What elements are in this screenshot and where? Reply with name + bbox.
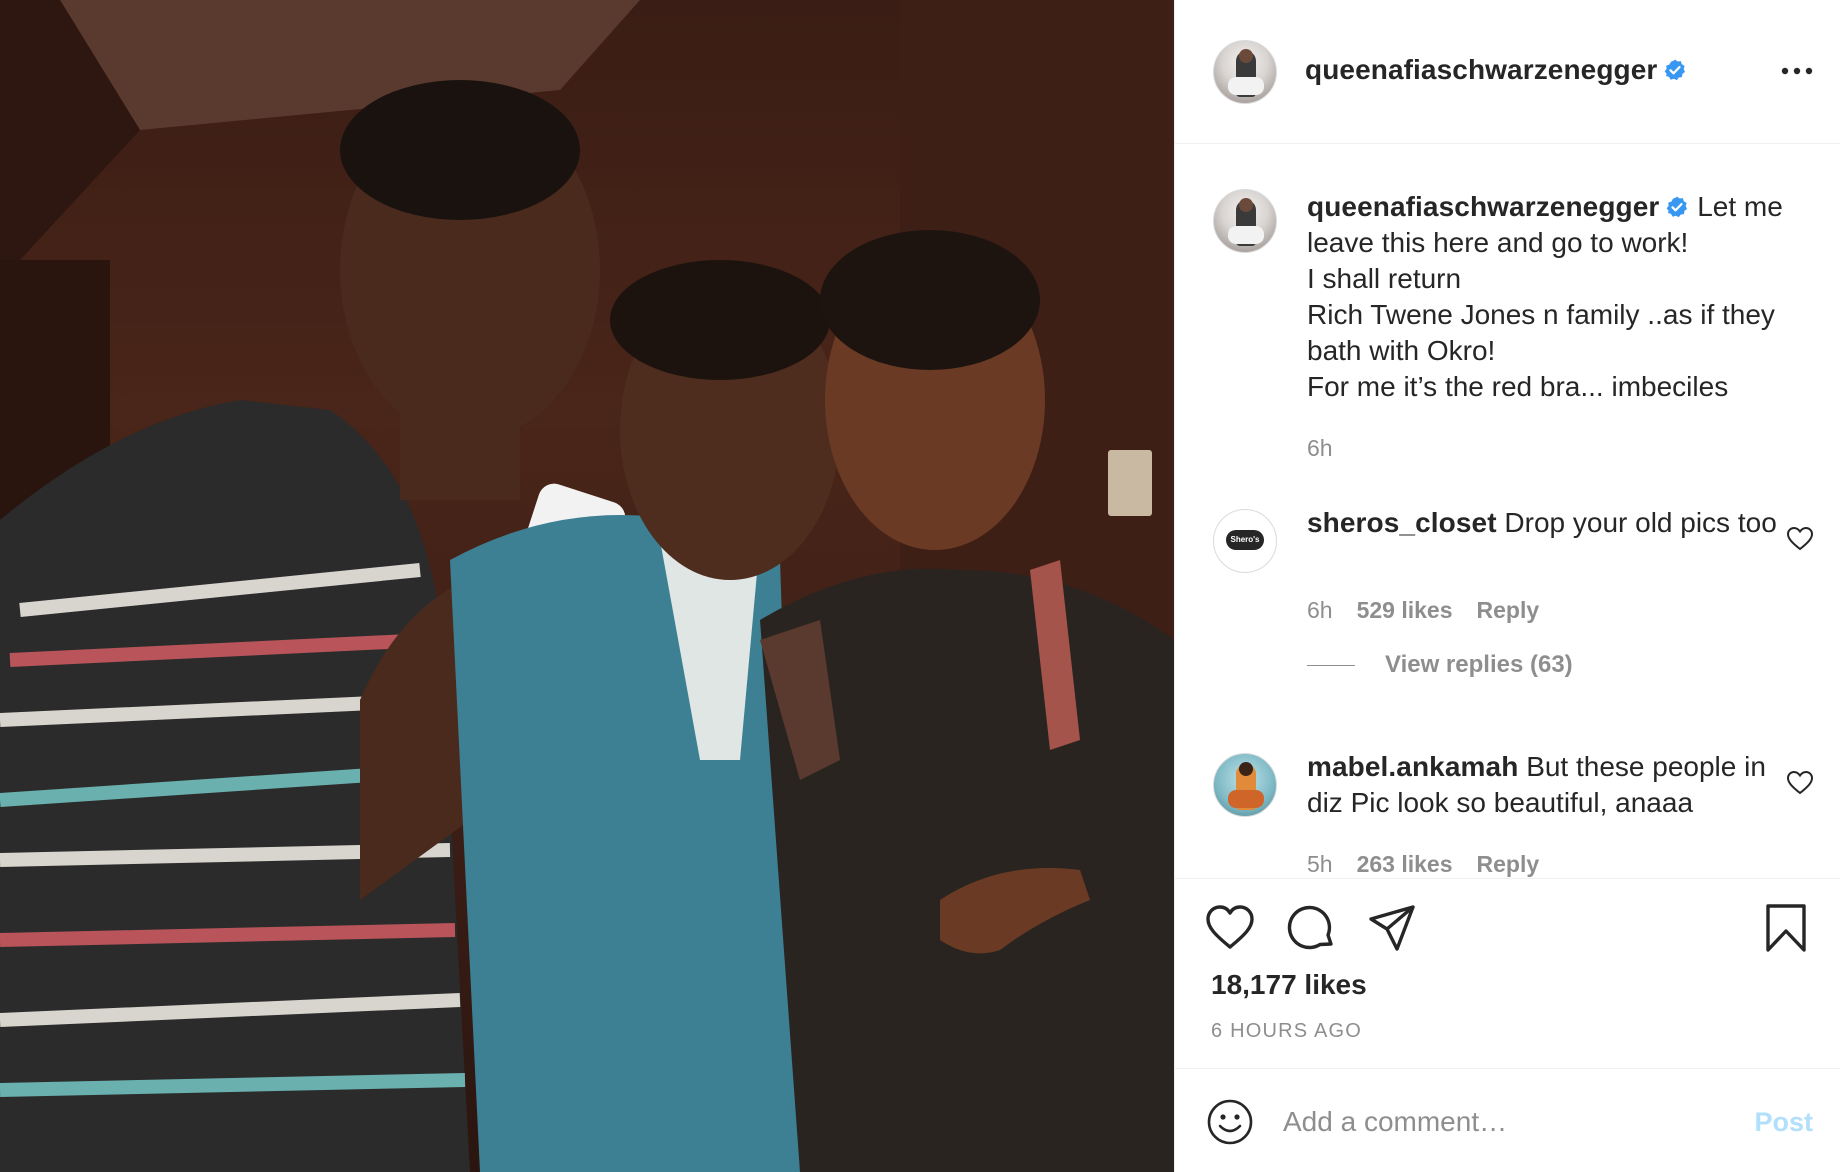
comment-reply-button[interactable]: Reply xyxy=(1477,597,1540,624)
comment-meta: 6h 529 likes Reply xyxy=(1307,597,1539,624)
verified-badge-icon xyxy=(1667,196,1688,218)
comment-meta: 5h 263 likes Reply xyxy=(1307,851,1539,877)
commenter-avatar[interactable]: Shero's Closet xyxy=(1213,509,1277,573)
caption-avatar[interactable] xyxy=(1213,189,1277,253)
comment-icon[interactable] xyxy=(1287,903,1337,953)
comment-time[interactable]: 6h xyxy=(1307,597,1333,624)
post-sidebar: queenafiaschwarzenegger queenafiaschwarz… xyxy=(1174,0,1840,1172)
view-replies-line xyxy=(1307,664,1355,666)
comment-time[interactable]: 5h xyxy=(1307,851,1333,877)
caption-time[interactable]: 6h xyxy=(1307,435,1333,462)
caption-username[interactable]: queenafiaschwarzenegger xyxy=(1307,191,1659,222)
bookmark-icon[interactable] xyxy=(1761,903,1811,953)
comment-text-block: sheros_closet Drop your old pics too xyxy=(1307,505,1797,541)
comment-username[interactable]: mabel.ankamah xyxy=(1307,751,1518,782)
verified-badge-icon xyxy=(1665,59,1686,81)
instagram-post: queenafiaschwarzenegger queenafiaschwarz… xyxy=(0,0,1840,1172)
view-replies-label: View replies (63) xyxy=(1385,651,1573,678)
comments-scroll-area[interactable]: queenafiaschwarzenegger Let me leave thi… xyxy=(1175,145,1840,877)
comment-likes[interactable]: 263 likes xyxy=(1357,851,1453,877)
comment-username[interactable]: sheros_closet xyxy=(1307,507,1497,538)
comment-reply-button[interactable]: Reply xyxy=(1477,851,1540,877)
send-icon[interactable] xyxy=(1367,903,1417,953)
comment-like-heart-icon[interactable] xyxy=(1787,771,1813,795)
photo-illustration xyxy=(0,0,1174,1172)
post-photo[interactable] xyxy=(0,0,1174,1172)
more-horizontal-icon[interactable] xyxy=(1779,56,1815,86)
comment-input[interactable] xyxy=(1283,1099,1703,1145)
caption-text: Let me leave this here and go to work! I… xyxy=(1307,191,1783,402)
caption-meta: 6h xyxy=(1307,435,1333,462)
commenter-avatar-logo: Shero's Closet xyxy=(1226,530,1264,564)
comment-text-block: mabel.ankamah But these people in diz Pi… xyxy=(1307,749,1797,821)
comment-text: Drop your old pics too xyxy=(1504,507,1777,538)
post-comment-button[interactable]: Post xyxy=(1754,1107,1813,1138)
view-replies-button[interactable]: View replies (63) xyxy=(1307,651,1573,679)
commenter-avatar[interactable] xyxy=(1213,753,1277,817)
comment-like-heart-icon[interactable] xyxy=(1787,527,1813,551)
comment-composer: Post xyxy=(1175,1068,1840,1172)
author-username[interactable]: queenafiaschwarzenegger xyxy=(1305,54,1687,86)
comment-likes[interactable]: 529 likes xyxy=(1357,597,1453,624)
caption-text-block: queenafiaschwarzenegger Let me leave thi… xyxy=(1307,189,1797,405)
post-header: queenafiaschwarzenegger xyxy=(1175,0,1840,144)
post-actions: 18,177 likes 6 HOURS AGO xyxy=(1175,878,1840,1068)
post-timestamp[interactable]: 6 HOURS AGO xyxy=(1211,1020,1362,1043)
heart-icon[interactable] xyxy=(1205,903,1255,953)
author-avatar[interactable] xyxy=(1213,40,1277,104)
likes-count[interactable]: 18,177 likes xyxy=(1211,969,1367,1001)
emoji-icon[interactable] xyxy=(1207,1099,1253,1145)
